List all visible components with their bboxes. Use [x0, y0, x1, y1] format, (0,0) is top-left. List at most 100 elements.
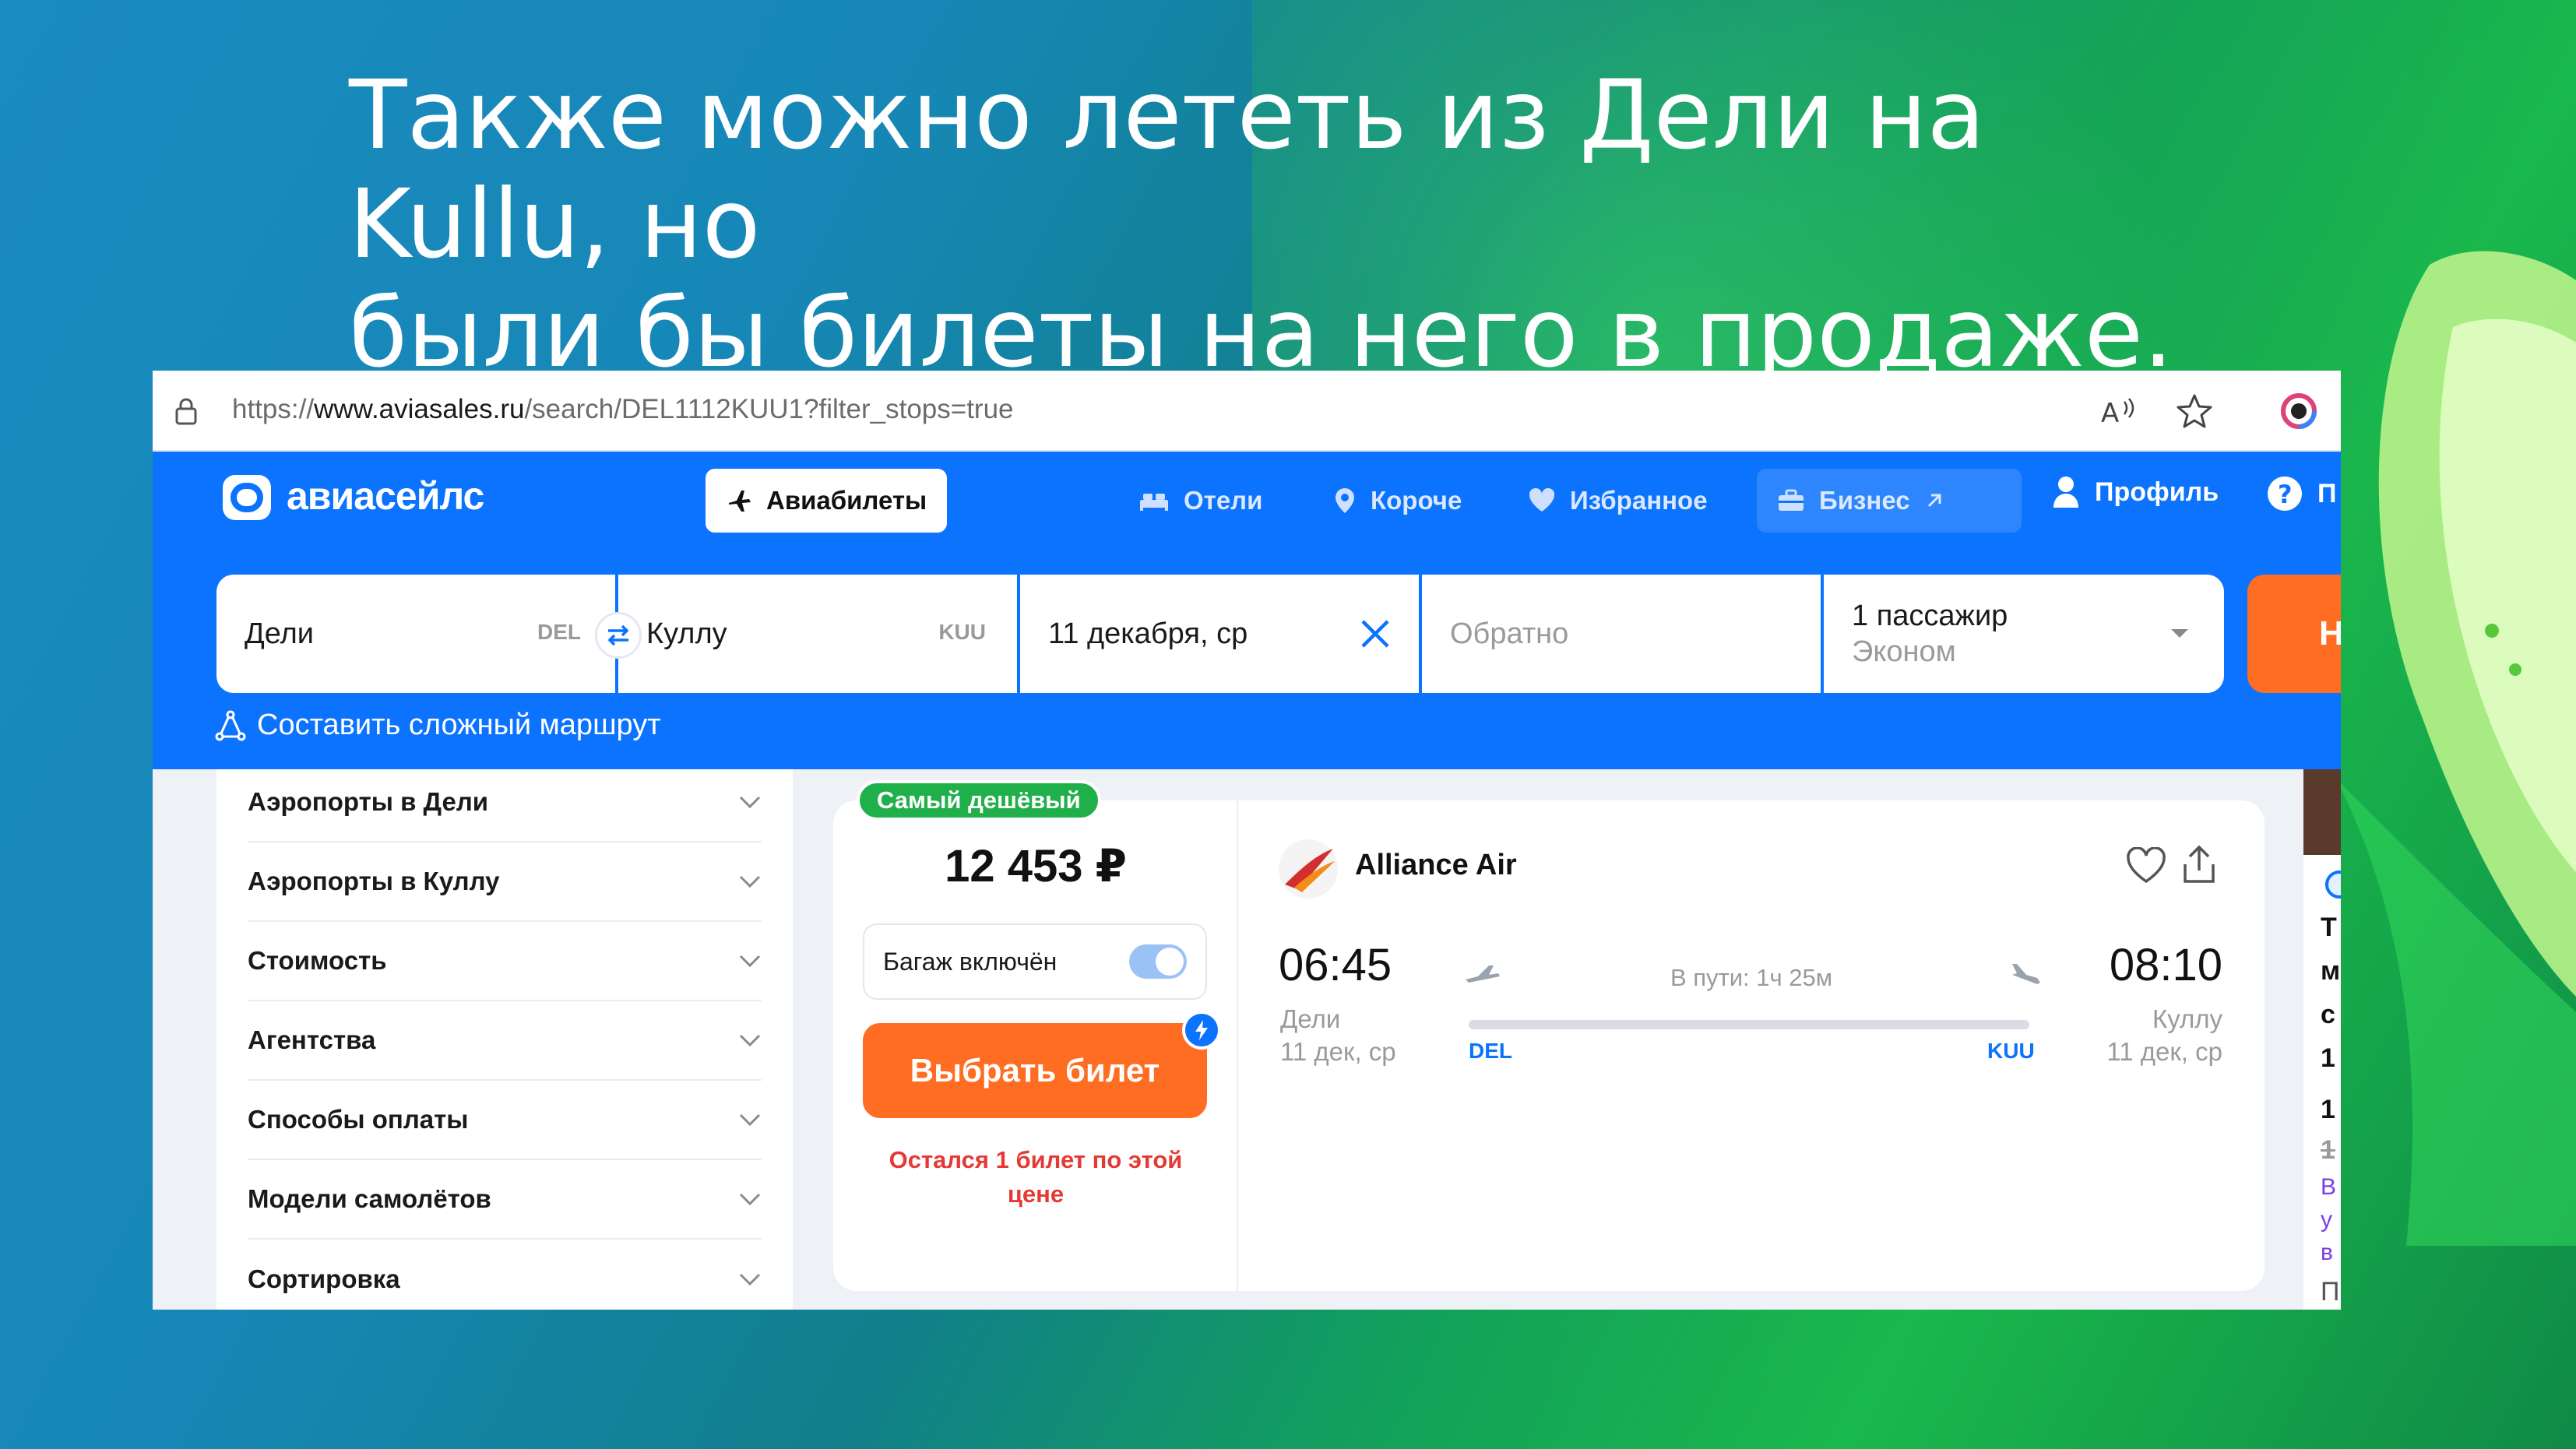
chevron-down-icon	[2171, 629, 2188, 638]
origin-field[interactable]: Дели DEL	[216, 575, 615, 693]
chevron-down-icon	[739, 1193, 761, 1206]
flower-decoration	[2336, 251, 2576, 1246]
route-nodes-icon	[215, 710, 246, 740]
destination-code: KUU	[938, 620, 986, 644]
url-scheme: https://	[232, 394, 315, 424]
tab-favorites-label: Избранное	[1570, 486, 1708, 515]
filter-airports-origin[interactable]: Аэропорты в Дели	[248, 763, 762, 842]
arrival-iata: KUU	[1987, 1039, 2035, 1063]
route-track	[1469, 1020, 2029, 1029]
chevron-down-icon	[739, 875, 761, 888]
select-ticket-button[interactable]: Выбрать билет	[863, 1023, 1207, 1118]
svg-text:?: ?	[2278, 480, 2293, 509]
promo-letter: м	[2321, 956, 2341, 986]
browser-screenshot: https://www.aviasales.ru/search/DEL1112K…	[153, 371, 2341, 1310]
site-header: авиасейлс Авиабилеты Отели Короче Избран…	[153, 452, 2341, 548]
url-field[interactable]: https://www.aviasales.ru/search/DEL1112K…	[232, 394, 1014, 425]
tab-business[interactable]: Бизнес	[1757, 469, 2022, 533]
profile-label: Профиль	[2095, 477, 2219, 507]
help-label: П	[2317, 478, 2337, 508]
ticket-price: 12 453 ₽	[945, 841, 1127, 892]
destination-field[interactable]: Куллу KUU	[618, 575, 1017, 693]
filter-label: Аэропорты в Куллу	[248, 867, 500, 895]
promo-purple-letter: В	[2321, 1174, 2337, 1200]
arrival-time: 08:10	[2109, 940, 2222, 990]
results-area: Аэропорты в Дели Аэропорты в Куллу Стоим…	[153, 769, 2341, 1310]
extension-icon[interactable]	[2279, 391, 2319, 431]
plane-icon	[729, 491, 751, 512]
baggage-toggle-row[interactable]: Багаж включён	[863, 923, 1207, 1000]
promo-letter: 1	[2321, 1135, 2335, 1165]
chevron-down-icon	[739, 1113, 761, 1127]
filter-price[interactable]: Стоимость	[248, 922, 762, 1001]
filter-label: Стоимость	[248, 946, 387, 975]
globe-icon	[2325, 870, 2341, 899]
url-domain: www.aviasales.ru	[314, 394, 525, 424]
departure-date: 11 декабря, ср	[1048, 617, 1248, 650]
departure-date-field[interactable]: 11 декабря, ср	[1020, 575, 1419, 693]
help-icon: ?	[2268, 477, 2302, 511]
filter-label: Агентства	[248, 1025, 376, 1054]
arrival-date: 11 дек, ср	[2106, 1037, 2222, 1066]
lock-icon	[175, 398, 197, 425]
bed-icon	[1140, 494, 1168, 511]
svg-text:A: A	[2101, 398, 2119, 429]
tab-flights[interactable]: Авиабилеты	[706, 469, 948, 533]
heart-icon[interactable]	[2126, 847, 2166, 885]
profile-link[interactable]: Профиль	[2051, 475, 2219, 509]
find-tickets-button[interactable]: Н	[2247, 575, 2341, 693]
promo-letter: П	[2321, 1277, 2340, 1307]
airline-name: Alliance Air	[1355, 849, 1517, 881]
promo-letter: 1	[2321, 1095, 2335, 1124]
promo-letter: Т	[2321, 913, 2337, 942]
chevron-down-icon	[739, 955, 761, 968]
ticket-card[interactable]: Самый дешёвый 12 453 ₽ Багаж включён Выб…	[833, 780, 2265, 1291]
tab-business-label: Бизнес	[1819, 486, 1910, 515]
heart-icon	[1529, 488, 1555, 512]
flight-details: Alliance Air 06:45 Дели 11 дек, ср В пут…	[1238, 800, 2265, 1291]
baggage-toggle[interactable]	[1129, 944, 1187, 979]
last-ticket-warning: Остался 1 билет по этой цене	[889, 1146, 1183, 1208]
origin-city: Дели	[245, 617, 315, 650]
filter-payment[interactable]: Способы оплаты	[248, 1081, 762, 1160]
tab-hotels[interactable]: Отели	[1118, 469, 1283, 533]
find-button-label: Н	[2319, 614, 2341, 652]
url-path: /search/DEL1112KUU1?filter_stops=true	[524, 394, 1014, 424]
slide-title-line-1: Также можно лететь из Дели на Kullu, но	[349, 60, 1986, 280]
tab-flights-label: Авиабилеты	[766, 486, 927, 515]
swap-button[interactable]	[595, 612, 642, 659]
filter-aircraft[interactable]: Модели самолётов	[248, 1160, 762, 1240]
filter-sorting[interactable]: Сортировка	[248, 1240, 762, 1310]
complex-route-link[interactable]: Составить сложный маршрут	[215, 709, 661, 742]
tab-favorites[interactable]: Избранное	[1508, 469, 1728, 533]
help-link[interactable]: ? П	[2266, 475, 2336, 512]
share-icon[interactable]	[2180, 844, 2218, 886]
read-aloud-icon[interactable]: A	[2096, 391, 2137, 431]
favorite-star-icon[interactable]	[2174, 391, 2215, 431]
return-date-field[interactable]: Обратно	[1422, 575, 1821, 693]
baggage-label: Багаж включён	[883, 947, 1057, 976]
origin-code: DEL	[537, 620, 581, 644]
chevron-down-icon	[739, 1034, 761, 1047]
cabin-class: Эконом	[1852, 635, 1956, 668]
promo-letter: 1	[2321, 1043, 2335, 1073]
filter-airports-destination[interactable]: Аэропорты в Куллу	[248, 842, 762, 922]
filter-agencies[interactable]: Агентства	[248, 1001, 762, 1081]
arrival-city: Куллу	[2152, 1004, 2222, 1033]
departure-date: 11 дек, ср	[1280, 1037, 1396, 1066]
brand-name[interactable]: авиасейлс	[287, 473, 484, 519]
lightning-icon	[1182, 1011, 1221, 1050]
return-placeholder: Обратно	[1450, 617, 1569, 650]
cheapest-badge: Самый дешёвый	[857, 780, 1101, 821]
passengers-count: 1 пассажир	[1852, 600, 2008, 632]
tab-hotels-label: Отели	[1184, 486, 1263, 515]
clear-date-icon[interactable]	[1360, 618, 1391, 649]
pin-icon	[1336, 488, 1354, 513]
aviasales-logo-icon[interactable]	[220, 470, 274, 525]
tab-shorter-label: Короче	[1371, 486, 1462, 515]
passengers-field[interactable]: 1 пассажир Эконом	[1824, 575, 2224, 693]
chevron-down-icon	[739, 1273, 761, 1286]
tab-shorter[interactable]: Короче	[1313, 469, 1482, 533]
side-promo-strip: Т м с 1 1 1 В у в П	[2303, 769, 2341, 1310]
filter-label: Сортировка	[248, 1264, 400, 1293]
